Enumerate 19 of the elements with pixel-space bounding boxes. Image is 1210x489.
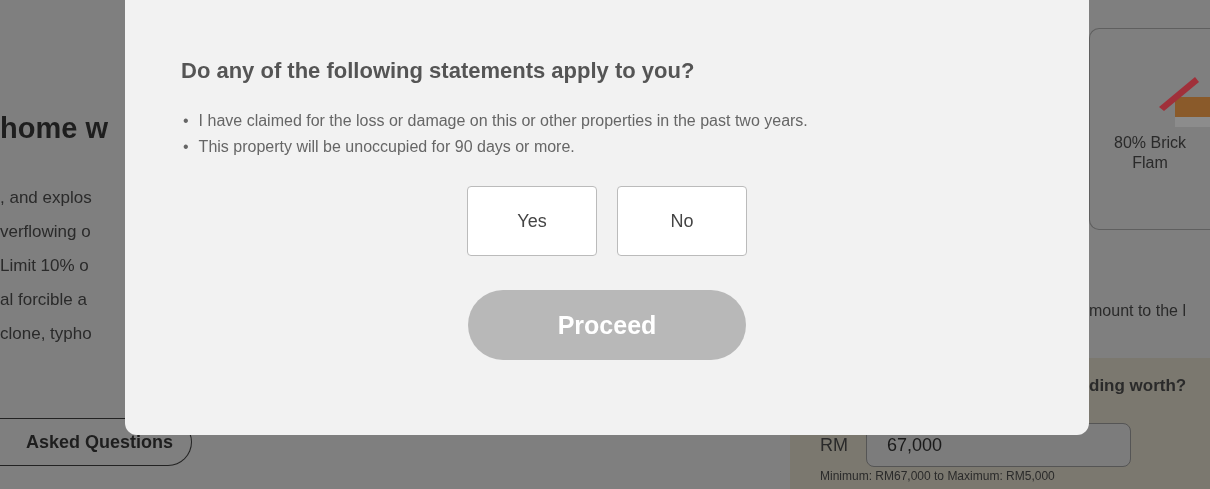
coverage-text: verflowing o — [0, 221, 92, 243]
coverage-text: al forcible a — [0, 289, 88, 311]
answer-button[interactable]: Yes — [467, 186, 597, 256]
bullet-mark: • — [183, 137, 189, 157]
statement-text: This property will be unoccupied for 90 days or more. — [198, 137, 575, 157]
question-text: ding worth? — [1089, 376, 1188, 396]
answer-button[interactable]: No — [617, 186, 747, 256]
statement-text: I have claimed for the loss or damage on this or other properties in the past two years. — [198, 111, 808, 131]
range-hint: Minimum: RM67,000 to Maximum: RM5,000 — [820, 469, 1056, 483]
coverage-text: Limit 10% o — [0, 255, 90, 277]
note-text: mount to the l — [1089, 302, 1187, 320]
bullet-mark: • — [183, 111, 189, 131]
card-label: Flam — [1132, 153, 1168, 173]
currency-label: RM — [820, 434, 848, 456]
section-heading: home w — [0, 112, 109, 145]
coverage-text: , and explos — [0, 187, 93, 209]
card-label: 80% Brick — [1114, 133, 1186, 153]
dialog-title: Do any of the following statements apply to you? — [181, 58, 696, 84]
coverage-text: clone, typho — [0, 323, 93, 345]
